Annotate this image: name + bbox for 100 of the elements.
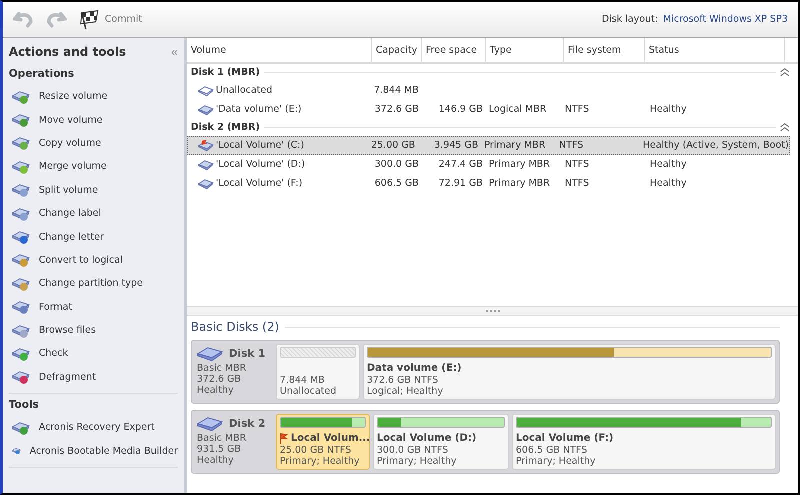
- table-cell: 'Local Volume' (F:): [188, 178, 373, 190]
- disk-icon: [12, 229, 30, 246]
- section-heading: Tools: [9, 398, 40, 414]
- table-cell-text: NTFS: [559, 140, 585, 151]
- partition-card[interactable]: Local Volume (F:) 606.5 GB NTFS Primary; Healthy: [512, 414, 776, 470]
- table-cell-text: 372.6 GB: [374, 104, 420, 115]
- partition-size: 7.844 MB: [280, 375, 326, 386]
- table-cell: 'Data volume' (E:): [188, 104, 373, 116]
- action-item[interactable]: Check: [9, 342, 178, 366]
- disk-layout-label: Disk layout:: [602, 14, 658, 25]
- action-item[interactable]: Resize volume: [9, 85, 178, 108]
- section-heading: Operations: [9, 67, 76, 82]
- table-cell-text: Healthy: [649, 104, 688, 115]
- partition-name: Local Volum...: [291, 433, 370, 444]
- partition-status: Primary; Healthy: [280, 456, 361, 467]
- disk-icon: [12, 369, 30, 386]
- column-header[interactable]: Type: [486, 38, 564, 62]
- column-header[interactable]: Capacity: [372, 38, 422, 62]
- table-cell-text: 247.4 GB: [438, 159, 484, 170]
- partition-card[interactable]: Data volume (E:) 372.6 GB NTFS Logical; Healthy: [363, 344, 776, 400]
- partition-name: Data volume (E:): [367, 363, 462, 374]
- volume-row[interactable]: Unallocated 7.844 MB: [187, 81, 790, 100]
- disk-status: Healthy: [197, 455, 235, 466]
- table-cell-text: 7.844 MB: [373, 85, 420, 96]
- partition-name: Local Volume (F:): [516, 433, 614, 444]
- disk-icon: [12, 276, 30, 292]
- action-item[interactable]: Change partition type: [9, 272, 178, 296]
- table-cell-text: 606.5 GB: [374, 178, 420, 189]
- column-header[interactable]: Free space: [422, 38, 486, 62]
- partition-status: Logical; Healthy: [367, 386, 444, 397]
- partition-card[interactable]: Local Volume (D:) 300.0 GB NTFS Primary; Healthy: [373, 414, 509, 470]
- group-heading: Disk 2 (MBR): [191, 122, 260, 133]
- disk-layout-link[interactable]: Microsoft Windows XP SP3: [663, 14, 788, 25]
- action-item[interactable]: Format: [9, 296, 178, 319]
- partition-name: Local Volume (D:): [377, 433, 477, 444]
- partition-status: Primary; Healthy: [516, 456, 597, 467]
- collapse-chevron-icon[interactable]: [780, 123, 790, 132]
- partition-card[interactable]: Local Volum... 25.00 GB NTFS Primary; Healthy: [276, 414, 370, 470]
- action-item[interactable]: Defragment: [9, 366, 178, 390]
- action-item[interactable]: Merge volume: [9, 155, 178, 179]
- action-item[interactable]: Change letter: [9, 225, 178, 249]
- table-cell-text: 146.9 GB: [438, 104, 484, 115]
- action-item[interactable]: Acronis Recovery Expert: [9, 416, 178, 440]
- volume-row[interactable]: 'Local Volume' (F:) 606.5 GB 72.91 GB Primary MBR NTFS Healthy: [187, 174, 790, 193]
- disk-icon: [12, 299, 30, 316]
- table-cell-text: 72.91 GB: [438, 178, 484, 189]
- table-cell-text: Primary MBR: [484, 140, 547, 151]
- collapse-chevron-icon[interactable]: [780, 68, 790, 77]
- table-cell: Unallocated: [188, 84, 373, 96]
- sidebar-title: Actions and tools: [9, 45, 126, 59]
- table-cell-text: Healthy: [649, 159, 688, 170]
- commit-button[interactable]: Commit: [77, 8, 144, 32]
- disk-icon: [12, 158, 30, 175]
- action-item[interactable]: Move volume: [9, 108, 178, 132]
- table-cell-text: Healthy (Active, System, Boot): [642, 140, 789, 151]
- disk-map-title: Basic Disks (2): [191, 320, 280, 334]
- disk-icon: [12, 112, 30, 128]
- table-cell-text: 3.945 GB: [433, 140, 480, 151]
- volume-row[interactable]: 'Local Volume' (C:) 25.00 GB 3.945 GB Primary MBR NTFS Healthy (Active, System, Boot): [187, 136, 790, 155]
- table-cell: 'Local Volume' (D:): [188, 158, 373, 170]
- table-cell-text: Healthy: [649, 178, 688, 189]
- disk-type: Basic MBR: [197, 363, 248, 374]
- disk-size: 931.5 GB: [197, 444, 242, 455]
- table-cell-text: NTFS: [565, 178, 590, 189]
- disk-icon: [12, 88, 30, 105]
- disk-icon: [12, 346, 30, 362]
- disk-status: Healthy: [197, 385, 235, 396]
- action-item[interactable]: Browse files: [9, 318, 178, 342]
- table-cell-text: NTFS: [565, 104, 590, 115]
- partition-size: 300.0 GB NTFS: [377, 445, 450, 456]
- table-cell-text: Logical MBR: [488, 104, 548, 115]
- action-item[interactable]: Change label: [9, 202, 178, 226]
- table-cell-text: Primary MBR: [488, 159, 552, 170]
- partition-size: 606.5 GB NTFS: [516, 445, 588, 456]
- column-header[interactable]: Volume: [187, 38, 372, 62]
- column-header[interactable]: File system: [564, 38, 645, 62]
- table-cell-text: NTFS: [565, 159, 590, 170]
- disk-size: 372.6 GB: [197, 374, 242, 385]
- disk-icon: [12, 135, 30, 152]
- action-item[interactable]: Split volume: [9, 178, 178, 202]
- table-cell-text: 25.00 GB: [370, 140, 416, 151]
- action-item[interactable]: Acronis Bootable Media Builder: [9, 439, 178, 463]
- disk-name: Disk 2: [229, 418, 266, 430]
- volume-row[interactable]: 'Local Volume' (D:) 300.0 GB 247.4 GB Primary MBR NTFS Healthy: [187, 155, 790, 174]
- disk-icon: [12, 252, 30, 268]
- action-item[interactable]: Copy volume: [9, 132, 178, 156]
- table-cell-text: Primary MBR: [488, 178, 552, 189]
- partition-card[interactable]: 7.844 MB Unallocated: [276, 344, 360, 400]
- disk-type: Basic MBR: [197, 433, 248, 444]
- disk-icon: [12, 206, 30, 222]
- column-header[interactable]: Status: [645, 38, 785, 62]
- partition-size: 372.6 GB NTFS: [367, 375, 440, 386]
- volume-row[interactable]: 'Data volume' (E:) 372.6 GB 146.9 GB Logical MBR NTFS Healthy: [187, 100, 790, 119]
- partition-status: Primary; Healthy: [377, 456, 458, 467]
- table-cell: 'Local Volume' (C:): [188, 140, 370, 152]
- table-cell-text: 300.0 GB: [374, 159, 420, 170]
- disk-icon: [12, 420, 30, 436]
- checkered-flag-icon: [79, 10, 101, 30]
- action-item[interactable]: Convert to logical: [9, 248, 178, 272]
- disk-name: Disk 1: [229, 348, 266, 360]
